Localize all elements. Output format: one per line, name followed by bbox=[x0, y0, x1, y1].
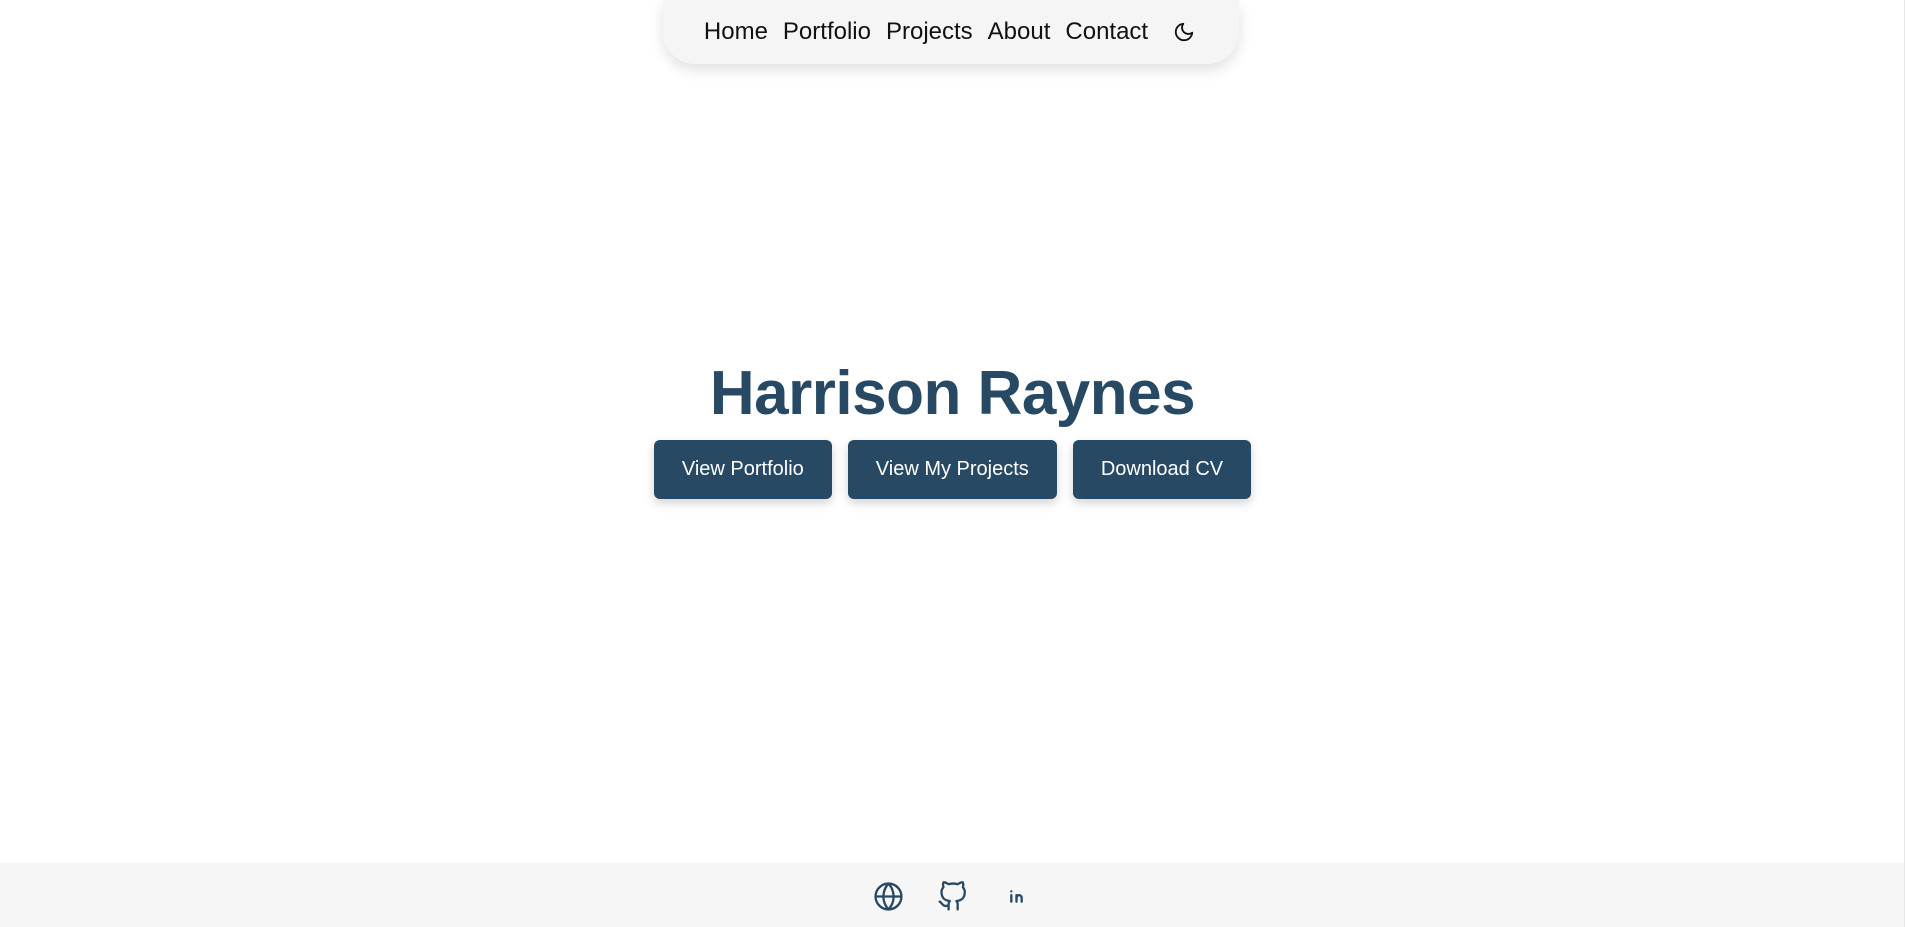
view-projects-button[interactable]: View My Projects bbox=[847, 440, 1057, 499]
nav-link-projects[interactable]: Projects bbox=[886, 20, 973, 44]
hero-name: Harrison Raynes bbox=[709, 359, 1196, 428]
nav-link-about[interactable]: About bbox=[988, 20, 1051, 44]
footer bbox=[0, 863, 1905, 927]
hero-buttons: View Portfolio View My Projects Download… bbox=[0, 440, 1905, 499]
globe-icon bbox=[874, 881, 903, 911]
hero-section: Harrison Raynes bbox=[0, 352, 1905, 436]
download-cv-button[interactable]: Download CV bbox=[1072, 440, 1252, 499]
theme-toggle-button[interactable] bbox=[1170, 18, 1198, 46]
linkedin-icon bbox=[1010, 889, 1023, 903]
nav-link-home[interactable]: Home bbox=[704, 20, 768, 44]
linkedin-link[interactable] bbox=[1001, 878, 1033, 912]
page: Home Portfolio Projects About Contact Ha… bbox=[0, 0, 1905, 927]
github-link[interactable] bbox=[937, 878, 969, 912]
view-portfolio-button[interactable]: View Portfolio bbox=[653, 440, 832, 499]
nav-link-portfolio[interactable]: Portfolio bbox=[783, 20, 871, 44]
moon-icon bbox=[1174, 22, 1194, 42]
website-link[interactable] bbox=[873, 878, 905, 912]
top-navigation: Home Portfolio Projects About Contact bbox=[663, 0, 1239, 64]
nav-links: Home Portfolio Projects About Contact bbox=[704, 20, 1148, 44]
github-icon bbox=[938, 880, 966, 911]
nav-link-contact[interactable]: Contact bbox=[1065, 20, 1148, 44]
